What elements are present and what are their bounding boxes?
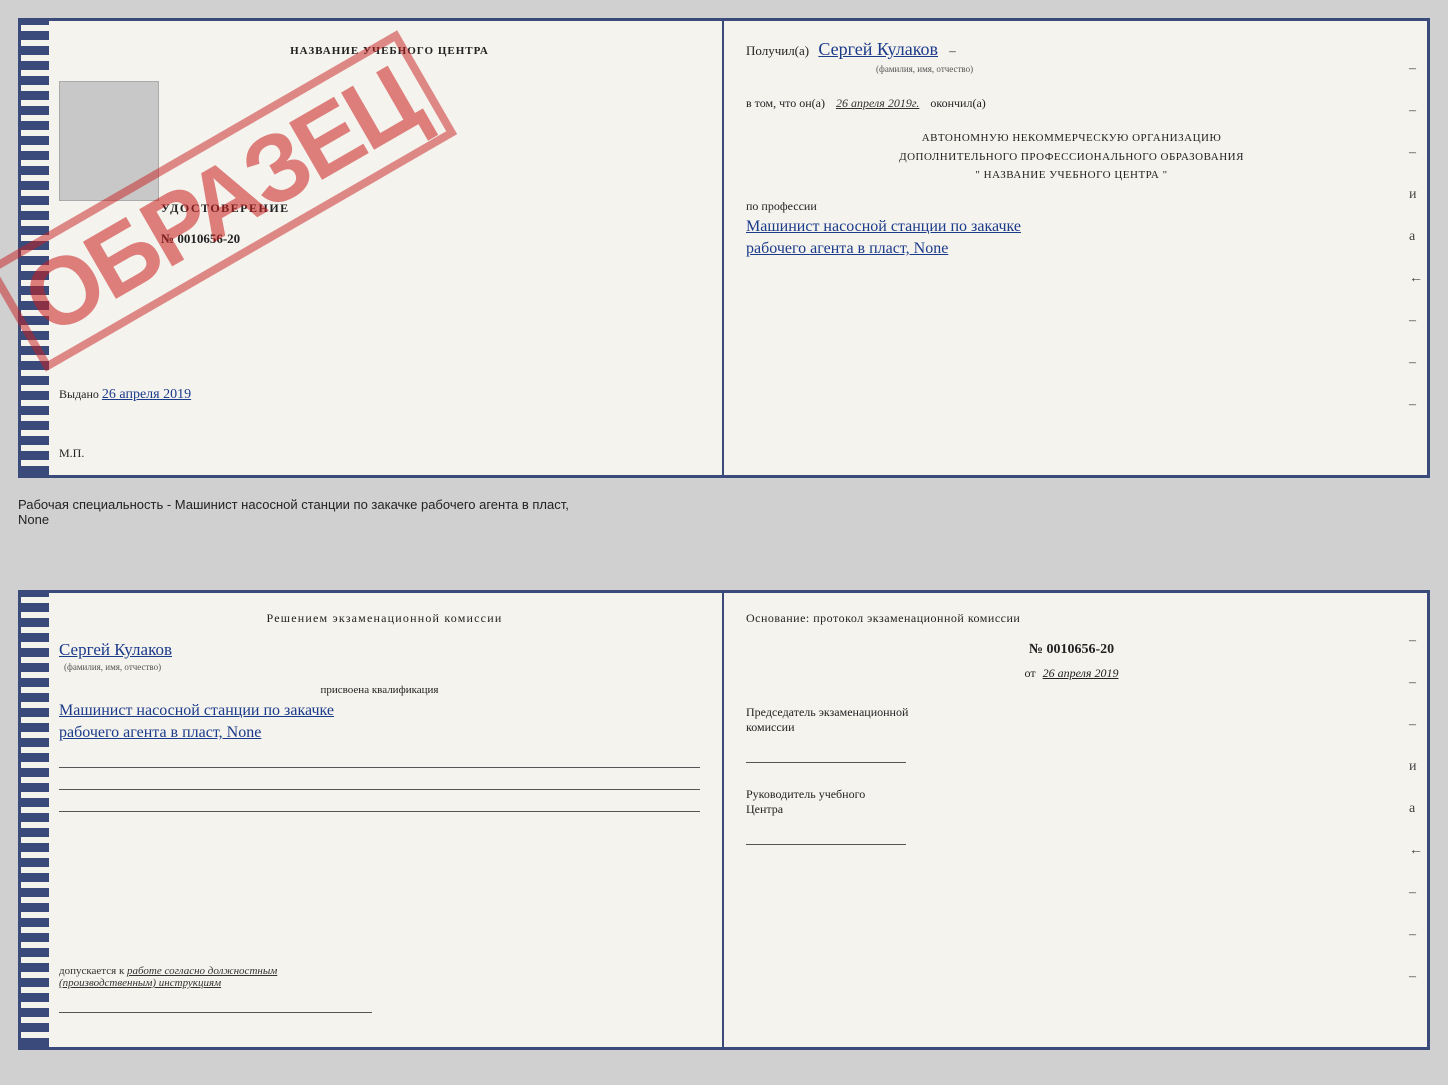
cert-number: № 0010656-20 <box>161 231 240 247</box>
dash-3: – <box>1409 145 1423 161</box>
ot-label: от <box>1025 666 1036 680</box>
org-line-2: ДОПОЛНИТЕЛЬНОГО ПРОФЕССИОНАЛЬНОГО ОБРАЗО… <box>746 148 1397 167</box>
b-dash-2: – <box>1409 675 1423 691</box>
okonchil-label: окончил(а) <box>930 96 985 110</box>
dash-9: – <box>1409 397 1423 413</box>
komissia-header: Решением экзаменационной комиссии <box>69 611 700 626</box>
b-dash-9: – <box>1409 969 1423 985</box>
b-dash-7: – <box>1409 885 1423 901</box>
b-dash-4: и <box>1409 759 1423 775</box>
dopuskaetsya-block: допускается к работе согласно должностны… <box>59 965 372 1017</box>
osnov-header: Основание: протокол экзаменационной коми… <box>746 611 1397 626</box>
mp-label: М.П. <box>59 446 84 461</box>
bottom-document: Решением экзаменационной комиссии Сергей… <box>18 590 1430 1050</box>
dopusk-italic-1: работе согласно должностным <box>127 965 277 977</box>
completion-date: 26 апреля 2019г. <box>836 96 919 110</box>
dash-1: – <box>1409 61 1423 77</box>
bottom-left-panel: Решением экзаменационной комиссии Сергей… <box>21 593 724 1047</box>
underline-row-2 <box>59 772 700 790</box>
dash-2: – <box>1409 103 1423 119</box>
kval-name-1: Машинист насосной станции по закачке <box>59 702 700 720</box>
dash-5: а <box>1409 229 1423 245</box>
dopusk-prefix: допускается к <box>59 965 124 977</box>
predsedatel-label-1: Председатель экзаменационной <box>746 705 1397 720</box>
underline-row-3 <box>59 794 700 812</box>
kval-name-2: рабочего агента в пласт, None <box>59 724 700 742</box>
bottom-right-dashes: – – – и а ← – – – <box>1409 633 1423 985</box>
underline-rows <box>59 750 700 812</box>
prisvoena-label: присвоена квалификация <box>59 684 700 696</box>
photo-placeholder <box>59 81 159 201</box>
org-block: АВТОНОМНУЮ НЕКОММЕРЧЕСКУЮ ОРГАНИЗАЦИЮ ДО… <box>746 129 1397 185</box>
rukovoditel-label-2: Центра <box>746 802 1397 817</box>
predsedatel-signature-line <box>746 741 906 763</box>
profession-name-2: рабочего агента в пласт, None <box>746 240 1397 258</box>
profession-label: по профессии <box>746 199 1397 214</box>
rukovoditel-signature-line <box>746 823 906 845</box>
dash-mid: – <box>949 43 956 58</box>
dopusk-italic-2: (производственным) инструкциям <box>59 977 221 989</box>
poluchil-label: Получил(а) <box>746 43 809 58</box>
komissia-fio-hint: (фамилия, имя, отчество) <box>59 662 700 672</box>
org-line-3: " НАЗВАНИЕ УЧЕБНОГО ЦЕНТРА " <box>746 166 1397 185</box>
underline-row-1 <box>59 750 700 768</box>
sep-line1: Рабочая специальность - Машинист насосно… <box>18 497 569 512</box>
top-left-header: НАЗВАНИЕ УЧЕБНОГО ЦЕНТРА <box>79 45 700 57</box>
komissia-name: Сергей Кулаков <box>59 640 700 660</box>
protocol-date: от 26 апреля 2019 <box>746 666 1397 681</box>
recipient-line: Получил(а) Сергей Кулаков – (фамилия, им… <box>746 39 1397 76</box>
dash-4: и <box>1409 187 1423 203</box>
udostoverenie-label: УДОСТОВЕРЕНИЕ <box>161 201 290 216</box>
protocol-number: № 0010656-20 <box>746 642 1397 658</box>
fio-hint-top: (фамилия, имя, отчество) <box>876 64 973 74</box>
predsedatel-label-2: комиссии <box>746 720 1397 735</box>
profession-name-1: Машинист насосной станции по закачке <box>746 218 1397 236</box>
right-edge-dashes: – – – и а ← – – – <box>1409 61 1423 413</box>
dash-7: – <box>1409 313 1423 329</box>
org-line-1: АВТОНОМНУЮ НЕКОММЕРЧЕСКУЮ ОРГАНИЗАЦИЮ <box>746 129 1397 148</box>
b-dash-8: – <box>1409 927 1423 943</box>
sep-line2: None <box>18 512 49 527</box>
date-line: в том, что он(а) 26 апреля 2019г. окончи… <box>746 96 1397 111</box>
b-dash-1: – <box>1409 633 1423 649</box>
predsedatel-block: Председатель экзаменационной комиссии <box>746 705 1397 763</box>
protocol-date-value: 26 апреля 2019 <box>1043 666 1119 680</box>
vydano-date-value: 26 апреля 2019 <box>102 387 191 402</box>
rukovoditel-block: Руководитель учебного Центра <box>746 787 1397 845</box>
top-right-panel: – – – и а ← – – – Получил(а) Сергей Кула… <box>724 21 1427 475</box>
b-dash-6: ← <box>1409 843 1423 859</box>
bottom-right-panel: – – – и а ← – – – Основание: протокол эк… <box>724 593 1427 1047</box>
b-dash-3: – <box>1409 717 1423 733</box>
left-edge-decoration <box>21 21 49 475</box>
top-document: НАЗВАНИЕ УЧЕБНОГО ЦЕНТРА ОБРАЗЕЦ УДОСТОВ… <box>18 18 1430 478</box>
dash-8: – <box>1409 355 1423 371</box>
recipient-name: Сергей Кулаков <box>818 39 938 59</box>
vydano-label: Выдано 26 апреля 2019 <box>59 387 191 403</box>
vtom-label: в том, что он(а) <box>746 96 825 110</box>
dash-6: ← <box>1409 271 1423 287</box>
b-dash-5: а <box>1409 801 1423 817</box>
dopusk-underline <box>59 995 372 1013</box>
rukovoditel-label-1: Руководитель учебного <box>746 787 1397 802</box>
vydano-text: Выдано <box>59 387 99 401</box>
bottom-left-edge-decoration <box>21 593 49 1047</box>
top-left-panel: НАЗВАНИЕ УЧЕБНОГО ЦЕНТРА ОБРАЗЕЦ УДОСТОВ… <box>21 21 724 475</box>
separator-text: Рабочая специальность - Машинист насосно… <box>18 497 569 527</box>
